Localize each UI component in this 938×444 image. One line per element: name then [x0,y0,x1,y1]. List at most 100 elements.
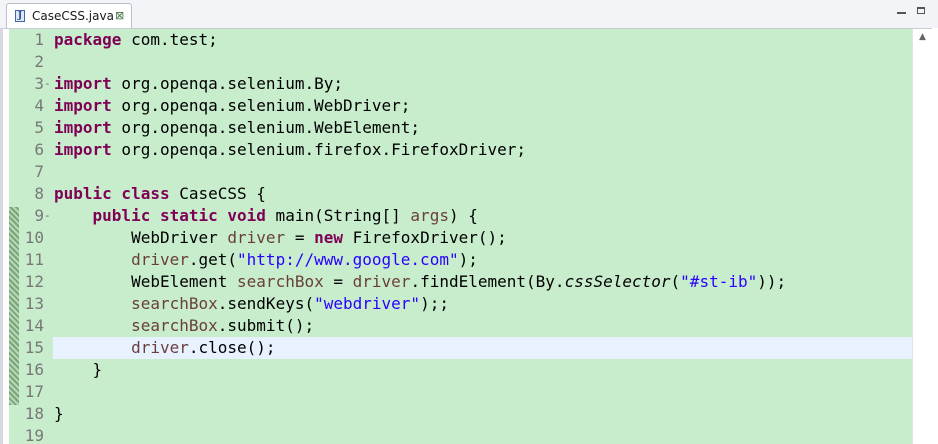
variable: args [410,206,449,225]
code-line: 8 public class CaseCSS { [9,183,912,205]
code-fragment: org.openqa.selenium.WebElement; [111,118,421,137]
line-number: 5 [34,118,44,137]
code-editor[interactable]: 1 package com.test; 2 3 - import org.ope… [9,29,912,444]
line-number: 14 [24,316,44,335]
code-text: public class CaseCSS { [54,183,266,205]
code-line: 18 } [9,403,912,425]
code-line: 17 [9,381,912,403]
line-number: 13 [24,294,44,313]
code-fragment: com.test; [121,30,218,49]
code-fragment: );; [420,294,449,313]
variable: driver [227,228,286,247]
keyword: import [54,74,112,93]
code-line: 7 [9,161,912,183]
variable: driver [131,250,189,269]
code-fragment: WebDriver [131,228,228,247]
string-literal: "#st-ib" [680,272,758,291]
code-line: 12 WebElement searchBox = driver.findEle… [9,271,912,293]
code-text: searchBox.sendKeys("webdriver");; [54,293,449,315]
code-fragment: org.openqa.selenium.WebDriver; [111,96,411,115]
code-line: 19 [9,425,912,444]
editor-tab-bar: J CaseCSS.java ⊠ [0,0,938,29]
keyword: public static void [92,206,266,225]
window-left-edge [0,28,3,444]
variable: driver [131,338,189,357]
code-text: import org.openqa.selenium.WebElement; [54,117,420,139]
code-text: public static void main(String[] args) { [54,205,478,227]
code-fragment: .close(); [188,338,276,357]
code-fragment: ); [458,250,478,269]
minimize-icon[interactable] [895,5,908,17]
fold-collapse-icon[interactable]: - [44,73,52,95]
code-fragment: FirefoxDriver(); [343,228,507,247]
window-right-edge [932,28,938,444]
line-number: 19 [24,426,44,444]
line-number: 7 [34,162,44,181]
code-fragment: .get( [188,250,238,269]
scroll-up-arrow-icon[interactable]: ▲ [916,31,929,43]
code-fragment: org.openqa.selenium.By; [111,74,343,93]
maximize-icon[interactable] [915,5,928,17]
code-text: } [54,360,103,379]
variable: searchBox [131,294,218,313]
code-line: 2 [9,51,912,73]
line-number: 2 [34,52,44,71]
tab-casecss-java[interactable]: J CaseCSS.java ⊠ [6,3,132,28]
variable: searchBox [237,272,324,291]
code-line: 11 driver.get("http://www.google.com"); [9,249,912,271]
line-number: 18 [24,404,44,423]
line-number: 11 [24,250,44,269]
code-text: WebElement searchBox = driver.findElemen… [54,271,786,293]
code-line: 5 import org.openqa.selenium.WebElement; [9,117,912,139]
line-number: 15 [24,338,44,357]
code-line: 14 searchBox.submit(); [9,315,912,337]
code-fragment: CaseCSS { [169,184,266,203]
line-number: 16 [24,360,44,379]
keyword: import [54,96,112,115]
fold-collapse-icon[interactable]: - [44,205,52,227]
code-line: 16 } [9,359,912,381]
code-fragment: .submit(); [217,316,315,335]
code-line: 4 import org.openqa.selenium.WebDriver; [9,95,912,117]
code-line: 3 - import org.openqa.selenium.By; [9,73,912,95]
code-fragment: = [323,272,353,291]
keyword: import [54,118,112,137]
static-method: cssSelector [564,272,671,291]
variable: searchBox [131,316,218,335]
code-line: 1 package com.test; [9,29,912,51]
vertical-scrollbar[interactable]: ▲ [912,29,933,444]
code-fragment: WebElement [131,272,238,291]
code-fragment: org.openqa.selenium.firefox.FirefoxDrive… [111,140,527,159]
code-text: } [54,404,64,423]
code-line: 15 driver.close(); [9,337,912,359]
close-icon[interactable]: ⊠ [115,9,124,23]
code-text: WebDriver driver = new FirefoxDriver(); [54,227,507,249]
code-fragment: .findElement(By. [410,272,565,291]
code-fragment: = [285,228,315,247]
keyword: package [54,30,122,49]
code-fragment: main(String[] [265,206,411,225]
string-literal: "http://www.google.com" [237,250,459,269]
line-number: 6 [34,140,44,159]
code-fragment: ) { [448,206,478,225]
line-number: 10 [24,228,44,247]
line-number: 9 [34,206,44,225]
code-line: 10 WebDriver driver = new FirefoxDriver(… [9,227,912,249]
line-number: 12 [24,272,44,291]
keyword: new [314,228,343,247]
code-text: searchBox.submit(); [54,315,314,337]
string-literal: "webdriver" [314,294,421,313]
code-text: driver.get("http://www.google.com"); [54,249,478,271]
code-fragment: .sendKeys( [217,294,315,313]
keyword: import [54,140,112,159]
keyword: public class [54,184,170,203]
code-text: package com.test; [54,29,218,51]
code-line: 9 - public static void main(String[] arg… [9,205,912,227]
line-number: 1 [34,30,44,49]
